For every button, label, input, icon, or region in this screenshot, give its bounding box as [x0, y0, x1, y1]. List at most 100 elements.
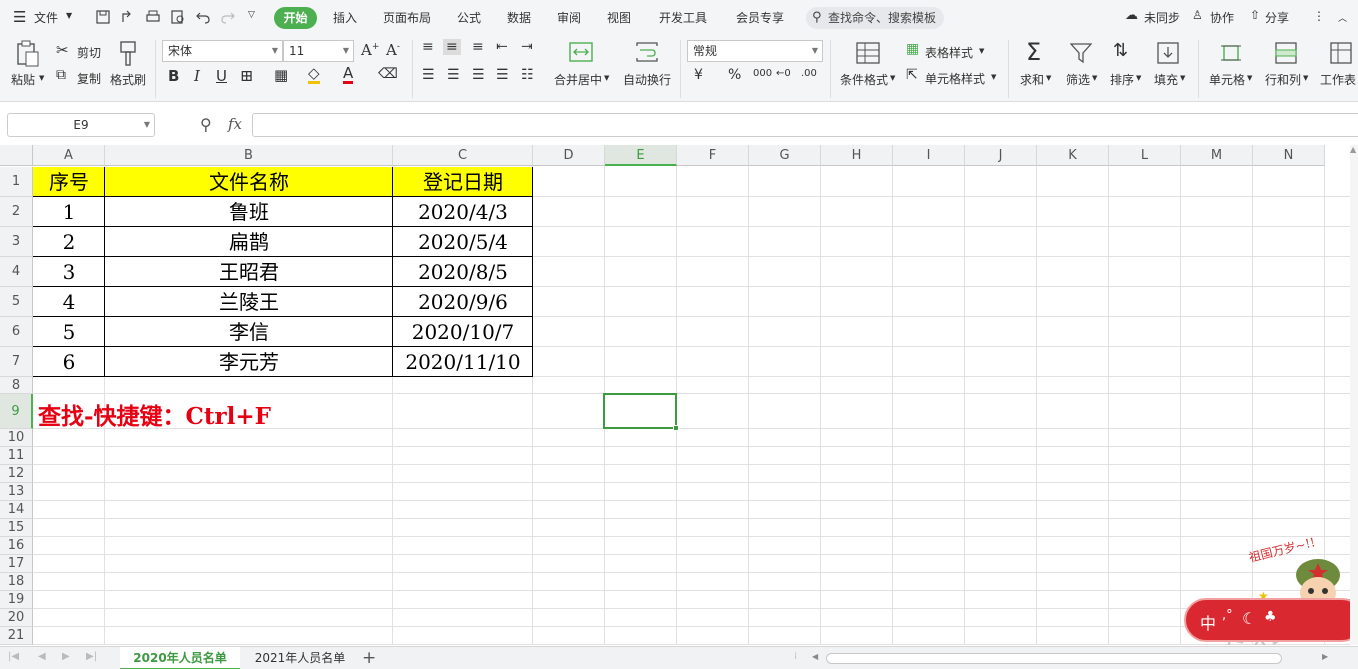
scroll-right-icon[interactable]: ▶: [1322, 652, 1328, 661]
worksheet-icon[interactable]: [1330, 42, 1352, 64]
align-right-icon[interactable]: ☰: [472, 67, 485, 83]
cell-style-button[interactable]: 单元格样式: [925, 70, 985, 87]
column-header-h[interactable]: H: [821, 145, 893, 166]
row-header-16[interactable]: 16: [0, 537, 33, 555]
copy-button[interactable]: 复制: [77, 70, 101, 87]
font-color-icon[interactable]: A: [343, 65, 354, 84]
table-cell[interactable]: 李信: [105, 317, 393, 347]
header-cell-index[interactable]: 序号: [33, 167, 105, 197]
chevron-down-icon[interactable]: ▼: [39, 74, 44, 82]
eraser-icon[interactable]: ⌫: [378, 66, 398, 82]
chevron-down-icon[interactable]: ▼: [1092, 74, 1097, 82]
table-cell[interactable]: 李元芳: [105, 347, 393, 377]
chevron-down-icon[interactable]: ▼: [1247, 74, 1252, 82]
chevron-down-icon[interactable]: ▼: [604, 74, 609, 82]
table-cell[interactable]: 2020/5/4: [393, 227, 533, 257]
outdent-icon[interactable]: ⇤: [496, 39, 508, 55]
number-format-select[interactable]: 常规 ▼: [687, 40, 823, 62]
table-cell[interactable]: 2020/8/5: [393, 257, 533, 287]
row-header-6[interactable]: 6: [0, 317, 33, 347]
table-cell[interactable]: 2020/4/3: [393, 197, 533, 227]
sheet-tab-2020[interactable]: 2020年人员名单: [120, 647, 240, 669]
fill-handle[interactable]: [673, 425, 679, 431]
row-col-icon[interactable]: [1275, 42, 1297, 64]
cell-style-icon[interactable]: ⇱: [906, 67, 918, 83]
sum-icon[interactable]: Σ: [1026, 38, 1041, 66]
row-header-4[interactable]: 4: [0, 257, 33, 287]
redo-icon[interactable]: [221, 10, 235, 24]
tab-splitter-icon[interactable]: ⁞: [794, 651, 797, 662]
table-cell[interactable]: 4: [33, 287, 105, 317]
punctuation-icon[interactable]: ,°: [1222, 608, 1233, 623]
fill-pattern-icon[interactable]: ▦: [274, 66, 288, 84]
cut-button[interactable]: 剪切: [77, 44, 101, 61]
chevron-down-icon[interactable]: ▼: [979, 47, 984, 55]
collapse-ribbon-icon[interactable]: ︿: [1338, 11, 1347, 24]
copy-icon[interactable]: ⧉: [56, 67, 66, 83]
row-header-7[interactable]: 7: [0, 347, 33, 377]
column-header-i[interactable]: I: [893, 145, 965, 166]
tab-formulas[interactable]: 公式: [457, 9, 481, 26]
sort-button[interactable]: 排序: [1110, 71, 1134, 88]
horizontal-scrollbar[interactable]: ◀ ▶: [812, 652, 1332, 665]
merge-center-icon[interactable]: [569, 42, 593, 62]
tab-page-layout[interactable]: 页面布局: [383, 9, 431, 26]
tab-data[interactable]: 数据: [507, 9, 531, 26]
table-cell[interactable]: 5: [33, 317, 105, 347]
print-preview-icon[interactable]: [171, 10, 185, 24]
user-icon[interactable]: ♙: [1192, 8, 1203, 22]
row-header-8[interactable]: 8: [0, 377, 33, 394]
tab-view[interactable]: 视图: [607, 9, 631, 26]
fill-icon[interactable]: [1157, 42, 1179, 64]
scrollbar-thumb[interactable]: [826, 653, 1282, 664]
row-header-12[interactable]: 12: [0, 465, 33, 483]
more-options-icon[interactable]: ⋮: [1313, 9, 1325, 23]
next-sheet-icon[interactable]: ▶: [62, 651, 70, 662]
chevron-down-icon[interactable]: ▼: [1180, 74, 1185, 82]
table-style-button[interactable]: 表格样式: [925, 44, 973, 61]
font-name-select[interactable]: 宋体 ▼: [162, 40, 283, 62]
hamburger-icon[interactable]: ☰: [13, 8, 26, 26]
align-middle-icon[interactable]: ≡: [443, 39, 461, 55]
chevron-down-icon[interactable]: ▼: [890, 74, 895, 82]
command-search[interactable]: ⚲ 查找命令、搜索模板: [806, 7, 944, 29]
column-header-a[interactable]: A: [33, 145, 105, 166]
table-cell[interactable]: 王昭君: [105, 257, 393, 287]
header-cell-filename[interactable]: 文件名称: [105, 167, 393, 197]
file-menu[interactable]: 文件: [34, 9, 58, 26]
align-top-icon[interactable]: ≡: [422, 39, 434, 55]
shortcut-note[interactable]: 查找-快捷键：Ctrl+F: [38, 397, 271, 431]
sync-status[interactable]: 未同步: [1144, 9, 1180, 26]
column-header-c[interactable]: C: [393, 145, 533, 166]
fill-color-icon[interactable]: ◇: [308, 65, 320, 84]
row-header-19[interactable]: 19: [0, 591, 33, 609]
fx-icon[interactable]: fx: [228, 115, 242, 133]
indent-icon[interactable]: ⇥: [521, 39, 533, 55]
row-header-20[interactable]: 20: [0, 609, 33, 627]
active-cell-outline[interactable]: [603, 393, 677, 429]
thousands-icon[interactable]: 000: [753, 68, 772, 79]
sum-button[interactable]: 求和: [1020, 71, 1044, 88]
italic-button[interactable]: I: [194, 67, 200, 85]
tab-insert[interactable]: 插入: [333, 9, 357, 26]
column-header-l[interactable]: L: [1109, 145, 1181, 166]
filter-button[interactable]: 筛选: [1066, 71, 1090, 88]
ime-toolbar[interactable]: 中 ,° ☾ ♣: [1184, 598, 1358, 642]
column-header-n[interactable]: N: [1253, 145, 1325, 166]
cells-button[interactable]: 单元格: [1209, 71, 1245, 88]
scroll-left-icon[interactable]: ◀: [812, 652, 818, 661]
row-header-9[interactable]: 9: [0, 394, 33, 429]
currency-button[interactable]: ¥: [694, 67, 703, 83]
column-header-m[interactable]: M: [1181, 145, 1253, 166]
chevron-down-icon[interactable]: ▼: [1303, 74, 1308, 82]
table-cell[interactable]: 2020/10/7: [393, 317, 533, 347]
merge-center-button[interactable]: 合并居中: [554, 71, 602, 88]
row-header-18[interactable]: 18: [0, 573, 33, 591]
share-icon[interactable]: ⇧: [1250, 8, 1260, 22]
align-center-icon[interactable]: ☰: [447, 67, 460, 83]
table-cell[interactable]: 1: [33, 197, 105, 227]
skin-icon[interactable]: ♣: [1264, 609, 1277, 625]
bold-button[interactable]: B: [168, 67, 179, 85]
table-cell[interactable]: 6: [33, 347, 105, 377]
collaborate-button[interactable]: 协作: [1210, 9, 1234, 26]
